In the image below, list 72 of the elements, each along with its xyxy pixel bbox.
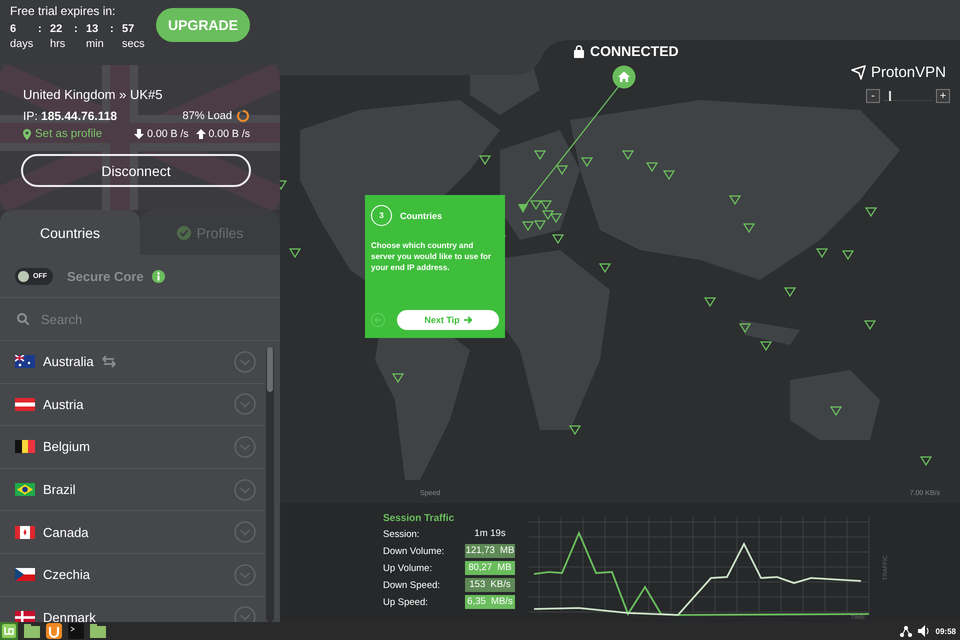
server-load: 87% Load bbox=[182, 110, 232, 122]
upload-speed: 0.00 B /s bbox=[208, 128, 250, 140]
network-icon[interactable] bbox=[900, 626, 912, 636]
scrollbar[interactable] bbox=[266, 347, 274, 622]
check-circle-icon bbox=[176, 226, 191, 240]
country-row[interactable]: Czechia bbox=[0, 554, 264, 597]
traffic-value: 121,73 MB bbox=[465, 544, 515, 558]
flag-icon bbox=[15, 355, 35, 368]
clock: 09:58 bbox=[936, 626, 956, 636]
traffic-value: 1m 19s bbox=[473, 527, 507, 541]
flag-icon bbox=[15, 568, 35, 582]
traffic-label: Up Speed: bbox=[383, 596, 429, 608]
pin-icon bbox=[23, 128, 31, 140]
home-pin-icon bbox=[612, 65, 636, 89]
traffic-label: Session: bbox=[383, 528, 420, 540]
country-row[interactable]: Belgium bbox=[0, 426, 264, 469]
countdown-separator: : bbox=[38, 23, 43, 37]
traffic-value: 153 KB/s bbox=[465, 578, 515, 592]
ip-address: IP: 185.44.76.118 bbox=[23, 109, 118, 123]
countdown-separator: : bbox=[74, 23, 79, 37]
traffic-title: Session Traffic bbox=[383, 513, 456, 524]
zoom-slider[interactable] bbox=[884, 92, 932, 100]
flag-icon bbox=[15, 483, 35, 496]
menu-icon[interactable] bbox=[0, 622, 18, 640]
countdown-value: 57 bbox=[122, 23, 136, 37]
logo-icon bbox=[850, 65, 866, 80]
traffic-label: Down Speed: bbox=[383, 580, 442, 590]
brand-name: ProtonVPN bbox=[870, 64, 946, 81]
countdown-value: 13 bbox=[86, 23, 100, 37]
countdown-value: 22 bbox=[50, 23, 64, 37]
flag-icon bbox=[15, 440, 35, 454]
zoom-in-button[interactable]: + bbox=[936, 89, 950, 103]
traffic-label: Up Volume: bbox=[383, 562, 434, 574]
countdown-unit: days bbox=[10, 38, 34, 50]
volume-icon[interactable] bbox=[918, 625, 930, 637]
tab[interactable]: Countries bbox=[0, 210, 140, 255]
arrow-right-icon bbox=[464, 316, 472, 324]
lock-icon bbox=[574, 44, 584, 58]
search-icon bbox=[17, 313, 29, 325]
countdown-separator: : bbox=[110, 23, 115, 37]
secure-core-label: Secure Core bbox=[67, 268, 144, 284]
server-name: United Kingdom » UK#5 bbox=[23, 87, 164, 102]
terminal-icon[interactable] bbox=[68, 623, 84, 639]
country-row[interactable]: Brazil bbox=[0, 468, 264, 512]
step-number: 3 bbox=[371, 205, 392, 226]
flag-icon bbox=[15, 610, 35, 622]
country-row[interactable]: Canada bbox=[0, 511, 264, 554]
traffic-value: 6,35 MB/s bbox=[465, 595, 515, 609]
download-speed: 0.00 B /s bbox=[147, 128, 189, 140]
countdown-unit: min bbox=[86, 38, 105, 50]
info-icon[interactable] bbox=[152, 270, 165, 282]
flag-icon bbox=[15, 526, 35, 539]
traffic-label: Down Volume: bbox=[383, 546, 446, 556]
countdown-unit: secs bbox=[122, 38, 146, 50]
disconnect-button[interactable]: Disconnect bbox=[21, 154, 251, 187]
download-arrow-icon bbox=[134, 129, 144, 139]
countdown-value: 6 bbox=[10, 23, 18, 37]
zoom-out-button[interactable]: - bbox=[866, 89, 880, 103]
upload-arrow-icon bbox=[196, 129, 206, 139]
country-row[interactable]: Austria bbox=[0, 384, 264, 426]
set-profile-link[interactable]: Set as profile bbox=[23, 128, 102, 140]
flag-icon bbox=[15, 398, 35, 411]
folder-icon[interactable] bbox=[90, 624, 106, 638]
app-icon[interactable] bbox=[46, 623, 62, 639]
trial-title: Free trial expires in: bbox=[10, 4, 116, 18]
tip-title: Countries bbox=[400, 210, 442, 220]
traffic-value: 80,27 MB bbox=[465, 561, 515, 575]
country-row[interactable]: Australia bbox=[0, 341, 264, 384]
folder-icon[interactable] bbox=[24, 624, 40, 638]
tip-text: Choose which country and server you would like to use for your end IP address. bbox=[371, 240, 492, 273]
countdown-unit: hrs bbox=[50, 38, 66, 50]
connection-status: CONNECTED bbox=[590, 43, 679, 59]
